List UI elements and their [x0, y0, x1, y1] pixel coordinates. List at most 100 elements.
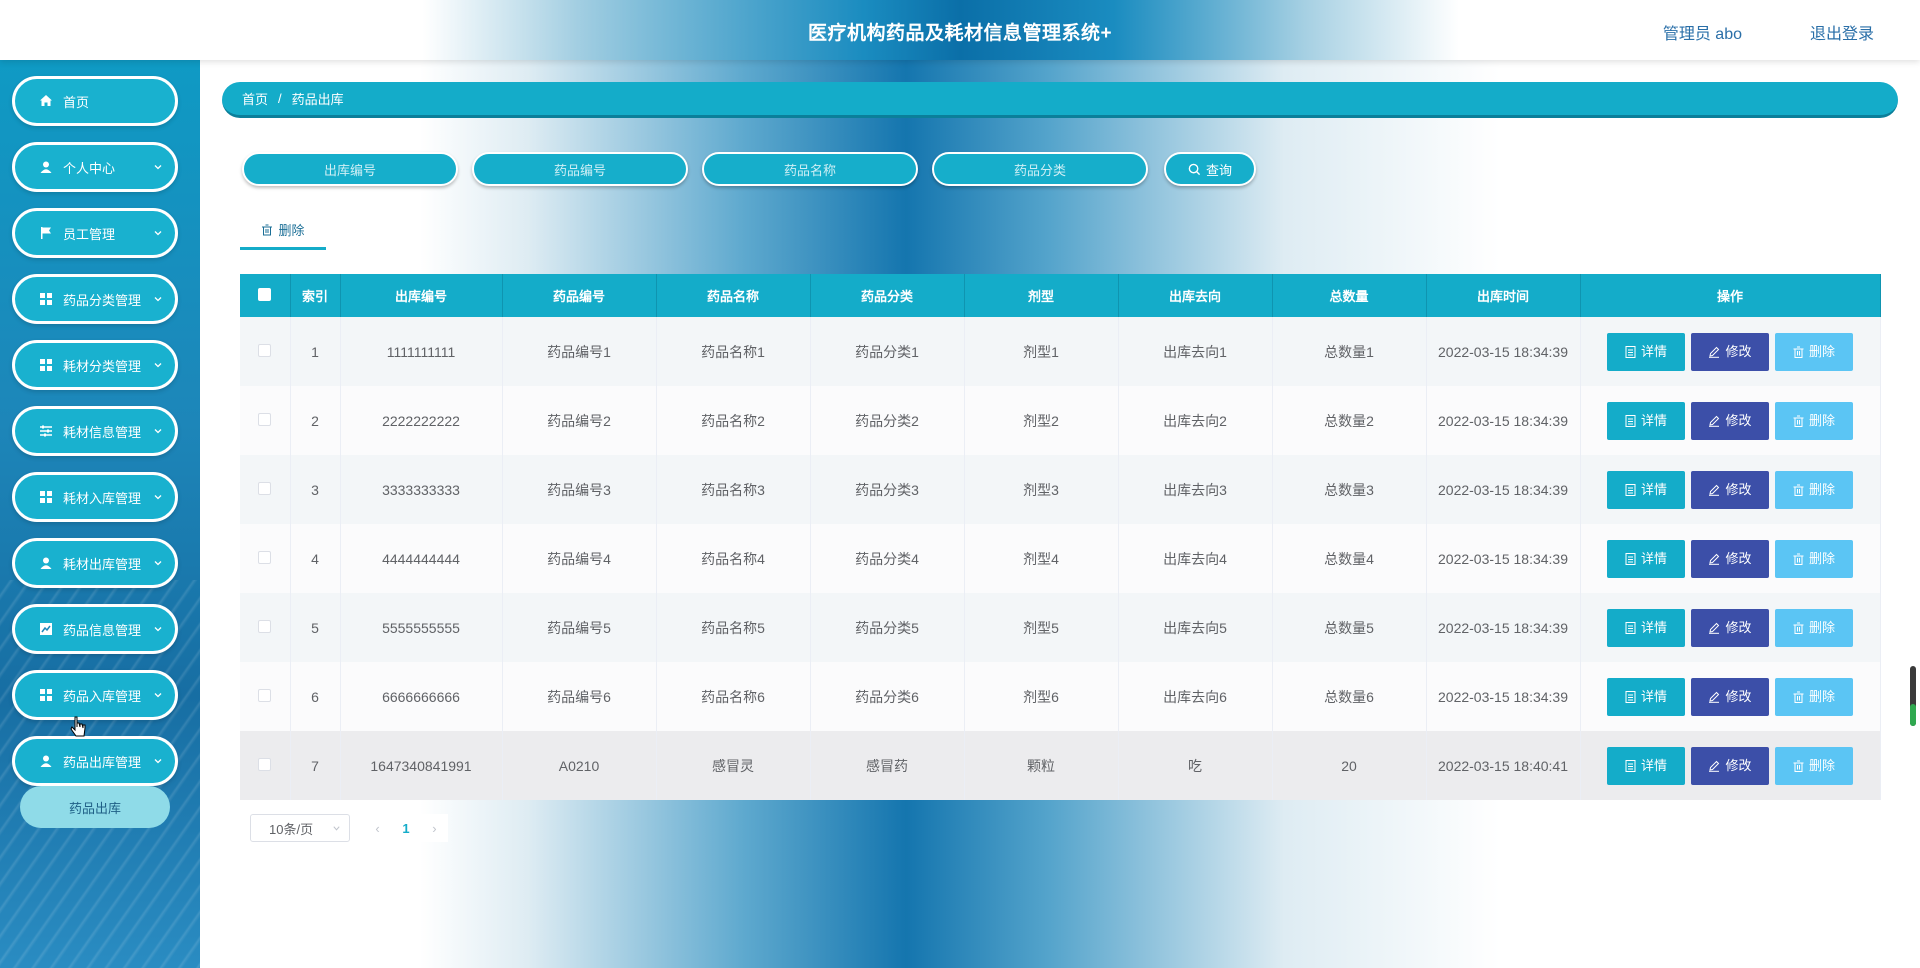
row-select-cell — [240, 524, 291, 593]
submenu-item-drug-outbound[interactable]: 药品出库 — [20, 786, 170, 828]
sidebar-item-label: 个人中心 — [63, 160, 116, 176]
row-checkbox[interactable] — [258, 412, 272, 426]
row-checkbox[interactable] — [258, 757, 272, 771]
sidebar-item-8[interactable]: 药品信息管理 — [12, 604, 178, 654]
chevron-down-icon — [154, 561, 162, 566]
table-cell: 出库去向1 — [1118, 317, 1273, 386]
search-button[interactable]: 查询 — [1164, 152, 1256, 186]
table-cell: 总数量4 — [1272, 524, 1427, 593]
edit-icon — [1709, 346, 1720, 358]
sidebar-item-2[interactable]: 员工管理 — [12, 208, 178, 258]
detail-button[interactable]: 详情 — [1607, 401, 1685, 440]
prev-page-icon[interactable]: ‹ — [375, 821, 379, 836]
breadcrumb-separator: / — [278, 91, 282, 106]
sidebar-item-1[interactable]: 个人中心 — [12, 142, 178, 192]
edit-button[interactable]: 修改 — [1691, 746, 1769, 785]
table-cell: 出库去向4 — [1118, 524, 1273, 593]
edit-button[interactable]: 修改 — [1691, 401, 1769, 440]
sidebar-item-5[interactable]: 耗材信息管理 — [12, 406, 178, 456]
flag-icon — [41, 227, 51, 239]
trash-icon — [1793, 415, 1804, 427]
edit-icon — [1709, 622, 1720, 634]
table-cell: 7 — [290, 731, 341, 800]
delete-button[interactable]: 删除 — [1775, 677, 1853, 716]
chart-icon — [40, 623, 52, 635]
grid-icon — [40, 689, 52, 701]
page-number[interactable]: 1 — [402, 821, 409, 836]
row-checkbox[interactable] — [258, 343, 272, 357]
delete-button[interactable]: 删除 — [1775, 539, 1853, 578]
row-checkbox[interactable] — [258, 550, 272, 564]
sidebar-item-3[interactable]: 药品分类管理 — [12, 274, 178, 324]
table-cell: 2022-03-15 18:34:39 — [1426, 317, 1581, 386]
detail-button[interactable]: 详情 — [1607, 746, 1685, 785]
next-page-icon[interactable]: › — [432, 821, 436, 836]
chevron-down-icon — [154, 627, 162, 632]
sidebar-item-10[interactable]: 药品出库管理 — [12, 736, 178, 786]
table-cell: 药品编号4 — [502, 524, 657, 593]
delete-button[interactable]: 删除 — [1775, 746, 1853, 785]
document-icon — [1625, 483, 1636, 496]
delete-button[interactable]: 删除 — [1775, 401, 1853, 440]
document-icon — [1625, 759, 1636, 772]
row-checkbox[interactable] — [258, 688, 272, 702]
delete-button[interactable]: 删除 — [1775, 470, 1853, 509]
table-cell: 2022-03-15 18:40:41 — [1426, 731, 1581, 800]
sidebar-item-label: 药品出库管理 — [63, 754, 142, 770]
breadcrumb: 首页 / 药品出库 — [222, 82, 1898, 118]
detail-button[interactable]: 详情 — [1607, 608, 1685, 647]
scroll-indicator[interactable] — [1910, 666, 1916, 726]
table-cell: 2022-03-15 18:34:39 — [1426, 662, 1581, 731]
sidebar-item-7[interactable]: 耗材出库管理 — [12, 538, 178, 588]
sidebar-item-4[interactable]: 耗材分类管理 — [12, 340, 178, 390]
delete-button[interactable]: 删除 — [1775, 332, 1853, 371]
edit-label: 修改 — [1725, 481, 1752, 497]
batch-delete-button[interactable]: 删除 — [240, 212, 326, 250]
chevron-down-icon — [333, 826, 340, 831]
table-row: 5 5555555555 药品编号5 药品名称5 药品分类5 剂型5 出库去向5 总数量5 20… — [240, 593, 1881, 662]
edit-button[interactable]: 修改 — [1691, 539, 1769, 578]
logout-link[interactable]: 退出登录 — [1810, 20, 1874, 44]
sidebar-item-0[interactable]: 首页 — [12, 76, 178, 126]
page-size-select[interactable]: 10条/页 — [250, 814, 350, 842]
search-drug-category-input[interactable]: 药品分类 — [932, 152, 1148, 186]
sliders-icon — [40, 425, 52, 437]
home-icon — [40, 95, 52, 106]
edit-icon — [1709, 760, 1720, 772]
search-drug-name-input[interactable]: 药品名称 — [702, 152, 918, 186]
column-header: 药品编号 — [502, 274, 657, 317]
batch-delete-label: 删除 — [278, 223, 305, 238]
table-cell: 出库去向3 — [1118, 455, 1273, 524]
edit-icon — [1709, 415, 1720, 427]
column-header: 剂型 — [964, 274, 1119, 317]
sidebar-item-6[interactable]: 耗材入库管理 — [12, 472, 178, 522]
table-cell: 2222222222 — [340, 386, 503, 455]
delete-button[interactable]: 删除 — [1775, 608, 1853, 647]
detail-button[interactable]: 详情 — [1607, 539, 1685, 578]
row-actions-cell: 详情 修改 删除 — [1580, 317, 1881, 386]
search-drug-no-input[interactable]: 药品编号 — [472, 152, 688, 186]
delete-label: 删除 — [1808, 550, 1835, 566]
trash-icon — [1793, 760, 1804, 772]
detail-button[interactable]: 详情 — [1607, 677, 1685, 716]
trash-icon — [1793, 484, 1804, 496]
edit-button[interactable]: 修改 — [1691, 332, 1769, 371]
top-header: 医疗机构药品及耗材信息管理系统+ 管理员 abo 退出登录 — [0, 0, 1920, 60]
table-row: 2 2222222222 药品编号2 药品名称2 药品分类2 剂型2 出库去向2 总数量2 20… — [240, 386, 1881, 455]
table-cell: 20 — [1272, 731, 1427, 800]
edit-button[interactable]: 修改 — [1691, 470, 1769, 509]
sidebar-item-9[interactable]: 药品入库管理 — [12, 670, 178, 720]
detail-button[interactable]: 详情 — [1607, 332, 1685, 371]
edit-button[interactable]: 修改 — [1691, 677, 1769, 716]
row-checkbox[interactable] — [258, 481, 272, 495]
search-outbound-no-input[interactable]: 出库编号 — [242, 152, 458, 186]
detail-button[interactable]: 详情 — [1607, 470, 1685, 509]
table-cell: 出库去向6 — [1118, 662, 1273, 731]
select-all-checkbox[interactable] — [258, 287, 272, 301]
breadcrumb-home[interactable]: 首页 — [242, 89, 268, 108]
pager: ‹ 1 › — [364, 814, 448, 842]
edit-button[interactable]: 修改 — [1691, 608, 1769, 647]
table-cell: 药品名称2 — [656, 386, 811, 455]
table-cell: 吃 — [1118, 731, 1273, 800]
row-checkbox[interactable] — [258, 619, 272, 633]
